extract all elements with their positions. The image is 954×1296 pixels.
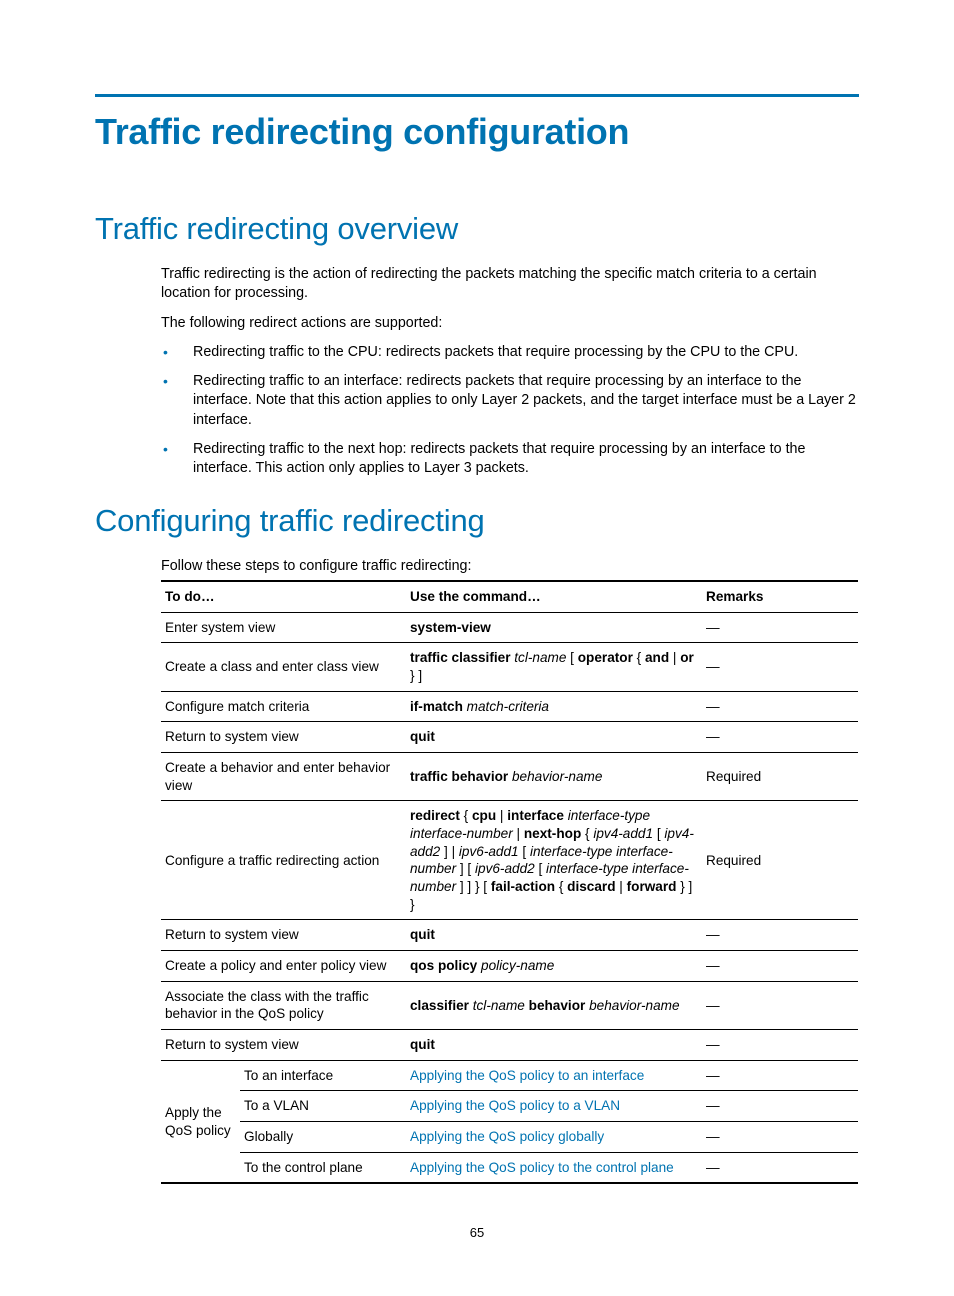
cell-remark: —	[702, 691, 858, 722]
overview-bullets: Redirecting traffic to the CPU: redirect…	[161, 343, 859, 479]
table-row: Globally Applying the QoS policy globall…	[161, 1122, 858, 1153]
cell-todo: Configure a traffic redirecting action	[161, 801, 406, 920]
link-apply-vlan[interactable]: Applying the QoS policy to a VLAN	[410, 1098, 620, 1113]
table-row: To a VLAN Applying the QoS policy to a V…	[161, 1091, 858, 1122]
cell-cmd: quit	[406, 920, 702, 951]
table-row: Associate the class with the traffic beh…	[161, 981, 858, 1029]
cell-link: Applying the QoS policy globally	[406, 1122, 702, 1153]
table-row: Create a class and enter class view traf…	[161, 643, 858, 691]
page-title: Traffic redirecting configuration	[95, 111, 859, 153]
table-row: Configure a traffic redirecting action r…	[161, 801, 858, 920]
th-remarks: Remarks	[702, 581, 858, 612]
cell-cmd: quit	[406, 1030, 702, 1061]
bullet-item: Redirecting traffic to the CPU: redirect…	[161, 343, 859, 362]
cell-remark: —	[702, 722, 858, 753]
table-row: To the control plane Applying the QoS po…	[161, 1152, 858, 1183]
cell-remark: —	[702, 612, 858, 643]
table-row: Apply the QoS policy To an interface App…	[161, 1060, 858, 1091]
section-heading-config: Configuring traffic redirecting	[95, 503, 859, 539]
cell-remark: —	[702, 1152, 858, 1183]
cell-sub: Globally	[240, 1122, 406, 1153]
cell-todo: Return to system view	[161, 722, 406, 753]
cell-remark: —	[702, 1030, 858, 1061]
top-rule	[95, 94, 859, 97]
table-row: Return to system view quit —	[161, 722, 858, 753]
table-row: Create a policy and enter policy view qo…	[161, 951, 858, 982]
th-cmd: Use the command…	[406, 581, 702, 612]
cell-cmd: classifier tcl-name behavior behavior-na…	[406, 981, 702, 1029]
cell-cmd: qos policy policy-name	[406, 951, 702, 982]
cell-remark: Required	[702, 801, 858, 920]
config-table: To do… Use the command… Remarks Enter sy…	[161, 580, 858, 1184]
link-apply-interface[interactable]: Applying the QoS policy to an interface	[410, 1068, 644, 1083]
cell-cmd: system-view	[406, 612, 702, 643]
cell-remark: —	[702, 951, 858, 982]
cell-remark: —	[702, 981, 858, 1029]
cell-remark: —	[702, 1122, 858, 1153]
cell-cmd: traffic classifier tcl-name [ operator {…	[406, 643, 702, 691]
cell-apply-label: Apply the QoS policy	[161, 1060, 240, 1183]
cell-remark: Required	[702, 753, 858, 801]
cell-todo: Enter system view	[161, 612, 406, 643]
link-apply-globally[interactable]: Applying the QoS policy globally	[410, 1129, 604, 1144]
table-row: Return to system view quit —	[161, 920, 858, 951]
cell-cmd: if-match match-criteria	[406, 691, 702, 722]
cell-cmd: redirect { cpu | interface interface-typ…	[406, 801, 702, 920]
table-header-row: To do… Use the command… Remarks	[161, 581, 858, 612]
overview-body: Traffic redirecting is the action of red…	[161, 265, 859, 479]
cell-todo: Create a policy and enter policy view	[161, 951, 406, 982]
cell-todo: Create a class and enter class view	[161, 643, 406, 691]
cell-todo: Return to system view	[161, 1030, 406, 1061]
cell-remark: —	[702, 1060, 858, 1091]
page: Traffic redirecting configuration Traffi…	[0, 0, 954, 1296]
cell-link: Applying the QoS policy to the control p…	[406, 1152, 702, 1183]
cell-todo: Create a behavior and enter behavior vie…	[161, 753, 406, 801]
cell-remark: —	[702, 643, 858, 691]
table-row: Enter system view system-view —	[161, 612, 858, 643]
cell-todo: Configure match criteria	[161, 691, 406, 722]
cell-link: Applying the QoS policy to an interface	[406, 1060, 702, 1091]
cell-sub: To an interface	[240, 1060, 406, 1091]
cell-todo: Return to system view	[161, 920, 406, 951]
table-row: Return to system view quit —	[161, 1030, 858, 1061]
cell-remark: —	[702, 920, 858, 951]
link-apply-control-plane[interactable]: Applying the QoS policy to the control p…	[410, 1160, 674, 1175]
config-body: Follow these steps to configure traffic …	[161, 557, 859, 1185]
th-todo: To do…	[161, 581, 406, 612]
cell-remark: —	[702, 1091, 858, 1122]
table-row: Create a behavior and enter behavior vie…	[161, 753, 858, 801]
section-heading-overview: Traffic redirecting overview	[95, 211, 859, 247]
cell-sub: To a VLAN	[240, 1091, 406, 1122]
config-intro: Follow these steps to configure traffic …	[161, 557, 859, 576]
overview-p1: Traffic redirecting is the action of red…	[161, 265, 859, 304]
overview-p2: The following redirect actions are suppo…	[161, 314, 859, 333]
cell-link: Applying the QoS policy to a VLAN	[406, 1091, 702, 1122]
bullet-item: Redirecting traffic to the next hop: red…	[161, 440, 859, 479]
cell-sub: To the control plane	[240, 1152, 406, 1183]
table-row: Configure match criteria if-match match-…	[161, 691, 858, 722]
page-number: 65	[0, 1225, 954, 1240]
bullet-item: Redirecting traffic to an interface: red…	[161, 372, 859, 430]
cell-cmd: quit	[406, 722, 702, 753]
cell-cmd: traffic behavior behavior-name	[406, 753, 702, 801]
cell-todo: Associate the class with the traffic beh…	[161, 981, 406, 1029]
